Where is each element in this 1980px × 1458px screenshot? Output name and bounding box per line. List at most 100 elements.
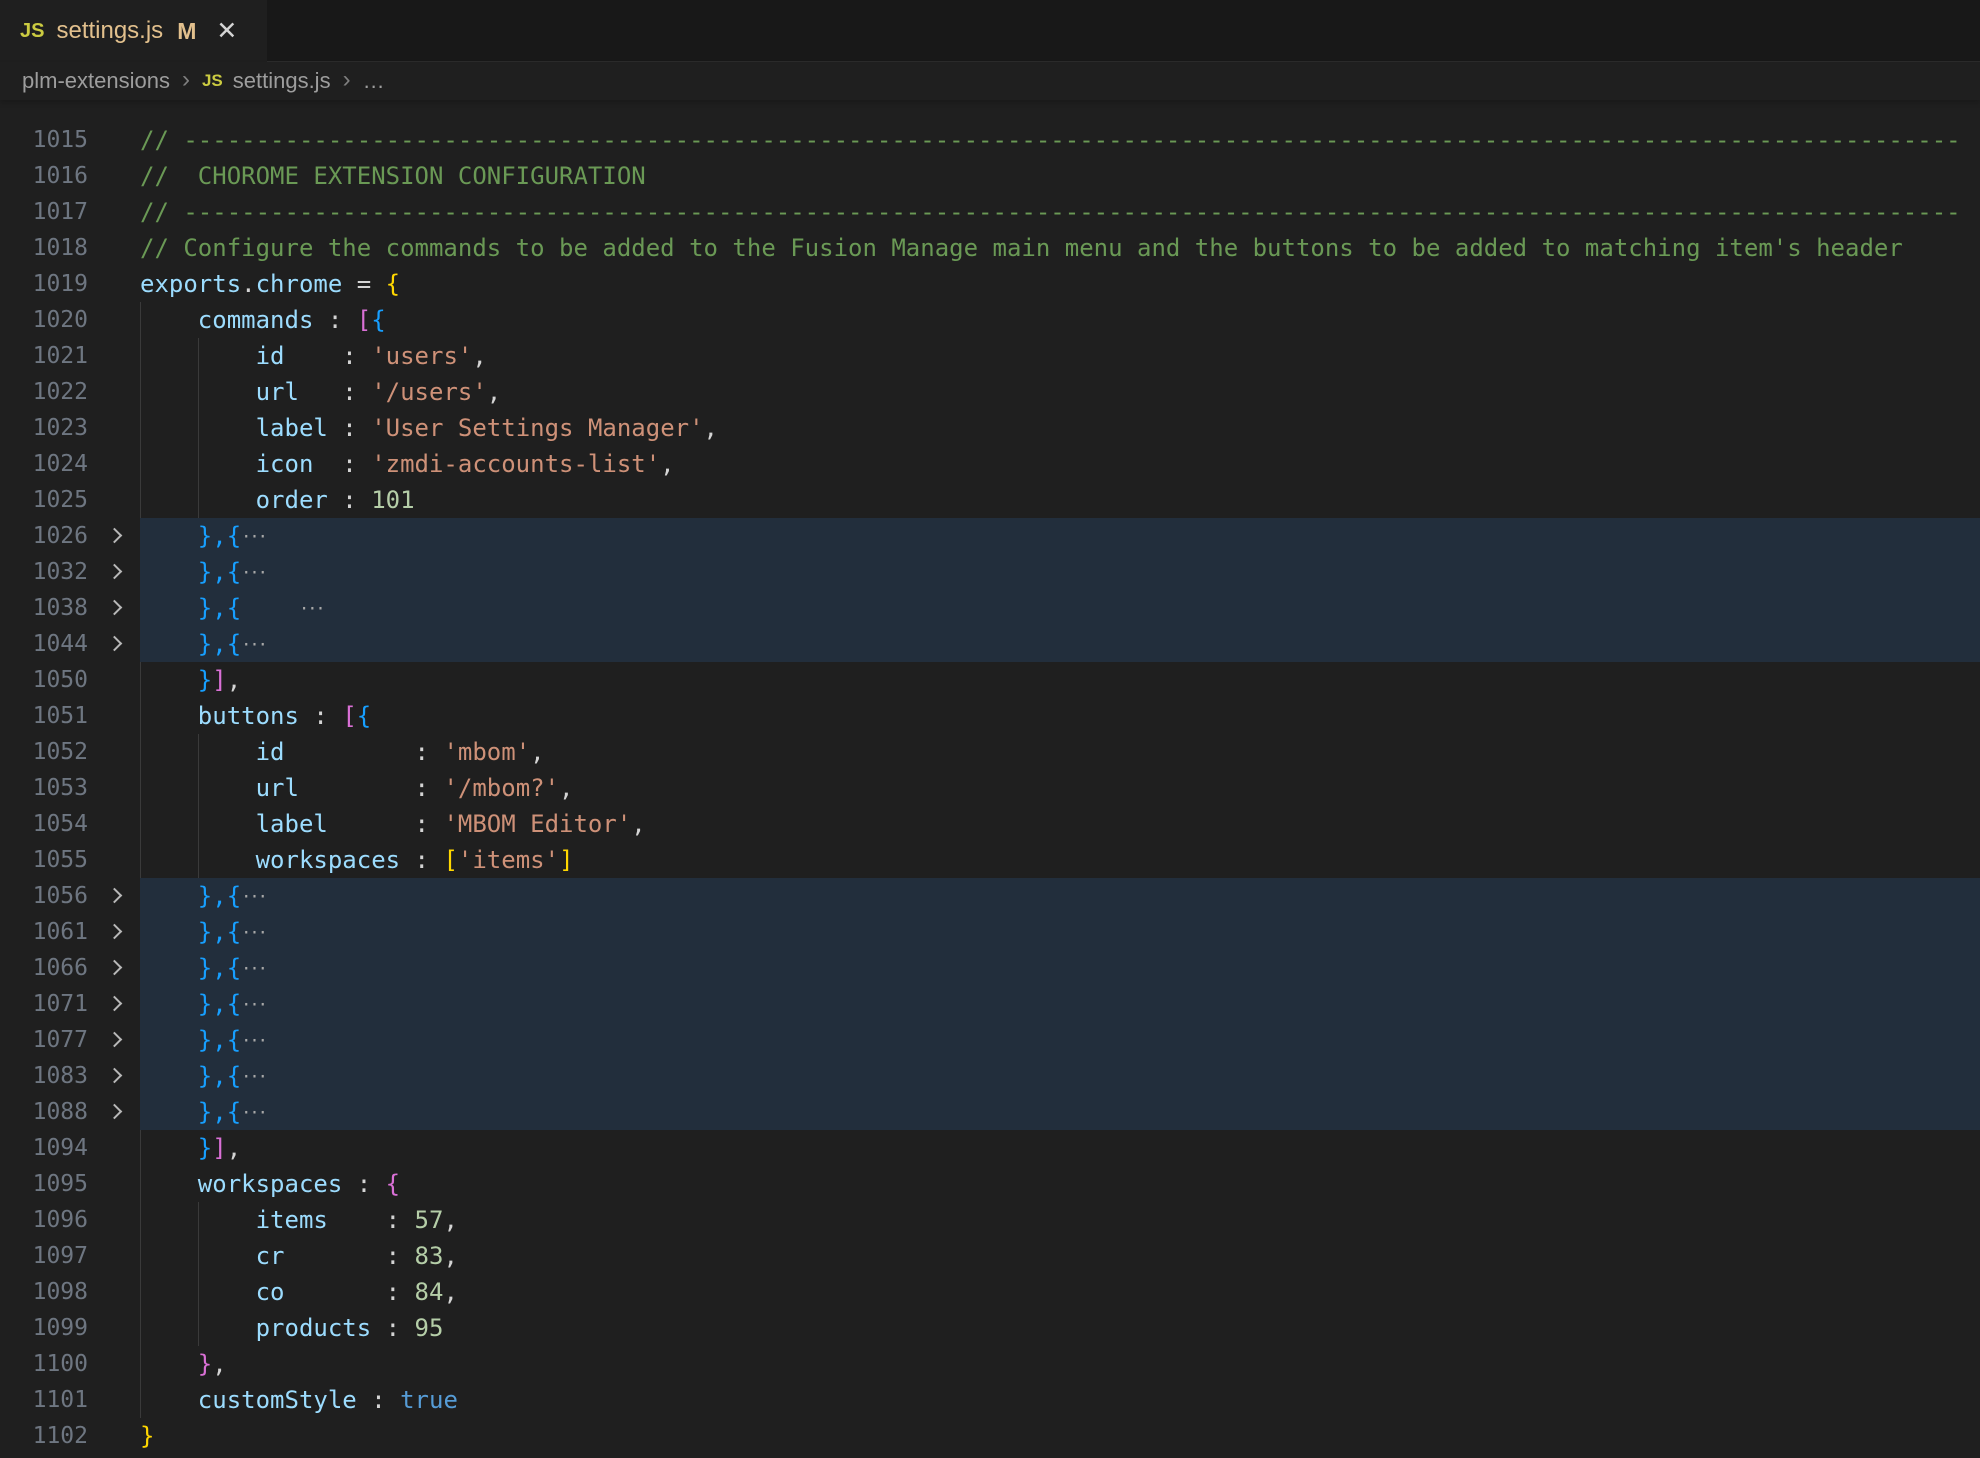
code-token: true: [400, 1386, 458, 1414]
fold-chevron-icon[interactable]: [106, 1103, 122, 1119]
indent-guide: [198, 770, 199, 806]
code-token: },{: [140, 558, 241, 586]
code-token: chrome: [256, 270, 343, 298]
code-line: 1032 },{···: [0, 554, 1980, 590]
folded-code-content: },{···: [140, 950, 1980, 986]
breadcrumb-folder[interactable]: plm-extensions: [22, 68, 170, 94]
code-token: :: [299, 774, 444, 802]
fold-gutter: [88, 878, 140, 914]
folded-ellipsis[interactable]: ···: [241, 1031, 266, 1051]
gutter: 1032: [0, 554, 140, 590]
folded-ellipsis[interactable]: ···: [241, 959, 266, 979]
gutter: 1015: [0, 122, 140, 158]
code-line: 1077 },{···: [0, 1022, 1980, 1058]
gutter: 1024: [0, 446, 140, 482]
gutter: 1052: [0, 734, 140, 770]
folded-code-content: },{···: [140, 554, 1980, 590]
code-token: 95: [415, 1314, 444, 1342]
code-line: 1094 }],: [0, 1130, 1980, 1166]
fold-chevron-icon[interactable]: [106, 527, 122, 543]
folded-code-content: },{ ···: [140, 590, 1980, 626]
indent-guide: [140, 338, 141, 374]
fold-chevron-icon[interactable]: [106, 923, 122, 939]
fold-gutter: [88, 1346, 140, 1382]
close-icon[interactable]: ✕: [216, 19, 237, 44]
line-number: 1017: [0, 194, 88, 230]
code-token: ,: [559, 774, 573, 802]
fold-gutter: [88, 1058, 140, 1094]
fold-chevron-icon[interactable]: [106, 1031, 122, 1047]
folded-ellipsis[interactable]: ···: [299, 599, 324, 619]
code-token: // -------------------------------------…: [140, 126, 1961, 154]
fold-gutter: [88, 338, 140, 374]
code-editor[interactable]: 1015// ---------------------------------…: [0, 100, 1980, 1454]
code-line: 1053 url : '/mbom?',: [0, 770, 1980, 806]
gutter: 1022: [0, 374, 140, 410]
tab-settings-js[interactable]: JS settings.js M ✕: [0, 0, 267, 62]
breadcrumb-symbol-ellipsis[interactable]: …: [363, 68, 385, 94]
folded-ellipsis[interactable]: ···: [241, 923, 266, 943]
fold-gutter: [88, 1202, 140, 1238]
code-token: [140, 306, 198, 334]
fold-chevron-icon[interactable]: [106, 599, 122, 615]
code-token: },{: [140, 1026, 241, 1054]
code-line: 1102}: [0, 1418, 1980, 1454]
fold-chevron-icon[interactable]: [106, 635, 122, 651]
fold-chevron-icon[interactable]: [106, 887, 122, 903]
line-number: 1066: [0, 950, 88, 986]
code-content: order : 101: [140, 482, 1980, 518]
code-token: ]: [559, 846, 573, 874]
fold-gutter: [88, 950, 140, 986]
code-line: 1019exports.chrome = {: [0, 266, 1980, 302]
line-number: 1032: [0, 554, 88, 590]
code-token: =: [342, 270, 385, 298]
code-content: label : 'User Settings Manager',: [140, 410, 1980, 446]
code-line: 1051 buttons : [{: [0, 698, 1980, 734]
line-number: 1050: [0, 662, 88, 698]
code-token: },{: [140, 1098, 241, 1126]
code-content: // Configure the commands to be added to…: [140, 230, 1980, 266]
code-line: 1066 },{···: [0, 950, 1980, 986]
folded-ellipsis[interactable]: ···: [241, 563, 266, 583]
code-token: workspaces: [256, 846, 401, 874]
code-token: products: [256, 1314, 372, 1342]
code-token: 'users': [371, 342, 472, 370]
code-token: :: [285, 738, 444, 766]
code-content: id : 'mbom',: [140, 734, 1980, 770]
code-token: [140, 1170, 198, 1198]
code-token: // Configure the commands to be added to…: [140, 234, 1903, 262]
indent-guide: [140, 1346, 141, 1382]
fold-chevron-icon[interactable]: [106, 995, 122, 1011]
folded-ellipsis[interactable]: ···: [241, 635, 266, 655]
folded-ellipsis[interactable]: ···: [241, 995, 266, 1015]
code-token: :: [328, 486, 371, 514]
folded-ellipsis[interactable]: ···: [241, 1067, 266, 1087]
code-content: items : 57,: [140, 1202, 1980, 1238]
js-file-icon: JS: [20, 20, 44, 43]
folded-ellipsis[interactable]: ···: [241, 887, 266, 907]
fold-chevron-icon[interactable]: [106, 1067, 122, 1083]
folded-ellipsis[interactable]: ···: [241, 1103, 266, 1123]
fold-gutter: [88, 1166, 140, 1202]
line-number: 1083: [0, 1058, 88, 1094]
code-content: commands : [{: [140, 302, 1980, 338]
code-token: },{: [140, 954, 241, 982]
fold-chevron-icon[interactable]: [106, 563, 122, 579]
code-line: 1023 label : 'User Settings Manager',: [0, 410, 1980, 446]
code-token: :: [285, 1278, 415, 1306]
breadcrumb-file[interactable]: settings.js: [233, 68, 331, 94]
code-line: 1021 id : 'users',: [0, 338, 1980, 374]
code-line: 1098 co : 84,: [0, 1274, 1980, 1310]
code-line: 1083 },{···: [0, 1058, 1980, 1094]
code-token: },{: [140, 990, 241, 1018]
code-line: 1020 commands : [{: [0, 302, 1980, 338]
fold-gutter: [88, 230, 140, 266]
fold-gutter: [88, 410, 140, 446]
fold-chevron-icon[interactable]: [106, 959, 122, 975]
code-token: }: [140, 1422, 154, 1450]
line-number: 1023: [0, 410, 88, 446]
folded-ellipsis[interactable]: ···: [241, 527, 266, 547]
indent-guide: [140, 698, 141, 734]
indent-guide: [140, 1238, 141, 1274]
gutter: 1055: [0, 842, 140, 878]
